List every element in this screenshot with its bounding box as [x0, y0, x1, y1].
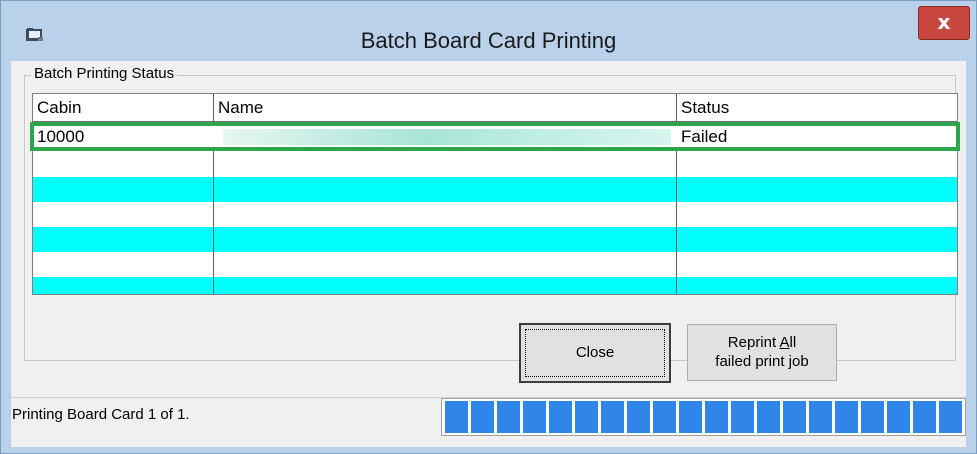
title-bar[interactable]: Batch Board Card Printing x — [1, 1, 976, 61]
dialog-body: Batch Printing Status Cabin Name Status … — [11, 61, 966, 447]
status-text: Printing Board Card 1 of 1. — [12, 406, 190, 423]
empty-row[interactable] — [33, 277, 957, 294]
progress-segment — [757, 401, 780, 433]
close-button[interactable]: Close — [519, 323, 671, 383]
progress-segment — [783, 401, 806, 433]
progress-segment — [497, 401, 520, 433]
cell-cabin: 10000 — [37, 127, 85, 146]
progress-segment — [471, 401, 494, 433]
print-progress-bar — [441, 398, 966, 436]
column-header-cabin[interactable]: Cabin — [37, 96, 81, 120]
progress-segment — [601, 401, 624, 433]
progress-segment — [627, 401, 650, 433]
reprint-prefix: Reprint — [727, 334, 780, 351]
progress-segment — [939, 401, 962, 433]
reprint-button-line1: Reprint All — [688, 333, 836, 352]
reprint-button-line2: failed print job — [715, 353, 809, 370]
focus-rectangle — [525, 329, 665, 377]
empty-row[interactable] — [33, 252, 957, 277]
progress-segment — [705, 401, 728, 433]
progress-segment — [679, 401, 702, 433]
print-status-table[interactable]: Cabin Name Status 10000 Failed — [30, 93, 960, 295]
column-header-status[interactable]: Status — [681, 96, 729, 120]
progress-segment — [575, 401, 598, 433]
window-title: Batch Board Card Printing — [360, 28, 617, 53]
progress-segment — [445, 401, 468, 433]
cell-status: Failed — [681, 127, 728, 146]
group-label: Batch Printing Status — [31, 66, 178, 82]
progress-segment — [653, 401, 676, 433]
column-header-name[interactable]: Name — [218, 96, 263, 120]
batch-board-card-printing-window: Batch Board Card Printing x Batch Printi… — [0, 0, 977, 454]
window-close-button[interactable]: x — [918, 6, 970, 40]
cell-name-redacted — [223, 129, 671, 145]
reprint-suffix: ll — [789, 334, 797, 351]
progress-segment — [731, 401, 754, 433]
progress-segment — [835, 401, 858, 433]
empty-row[interactable] — [33, 227, 957, 252]
progress-segment — [809, 401, 832, 433]
reprint-all-failed-button[interactable]: Reprint All failed print job — [687, 324, 837, 381]
progress-segment — [523, 401, 546, 433]
empty-row[interactable] — [33, 152, 957, 177]
progress-segment — [887, 401, 910, 433]
empty-row[interactable] — [33, 177, 957, 202]
reprint-mnemonic: A — [779, 334, 790, 351]
progress-segment — [549, 401, 572, 433]
empty-row[interactable] — [33, 202, 957, 227]
progress-segment — [913, 401, 936, 433]
progress-segment — [861, 401, 884, 433]
